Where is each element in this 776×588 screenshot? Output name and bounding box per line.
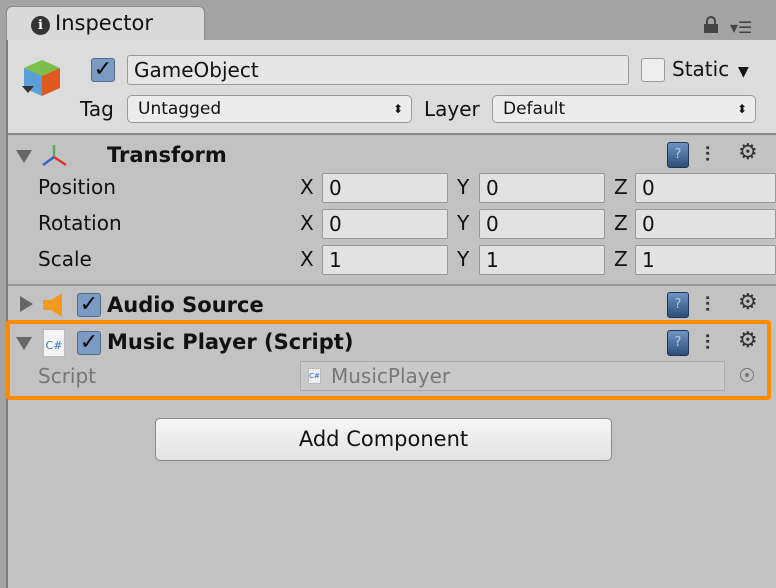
position-z-field[interactable]: 0	[635, 173, 776, 203]
z-label: Z	[614, 247, 628, 271]
gear-icon[interactable]: ⚙	[738, 140, 758, 165]
music-player-title: Music Player (Script)	[107, 330, 354, 354]
help-book-icon[interactable]: ?	[667, 292, 689, 318]
inspector-tab[interactable]: i Inspector	[6, 6, 205, 42]
rotation-y-field[interactable]: 0	[479, 209, 605, 239]
csharp-file-icon: C#	[43, 329, 65, 357]
tag-select[interactable]: Untagged ⬍	[127, 95, 412, 123]
lock-icon[interactable]	[704, 16, 718, 34]
script-label: Script	[38, 364, 97, 388]
preset-icon[interactable]: ⫶	[705, 330, 710, 354]
z-label: Z	[614, 211, 628, 235]
z-label: Z	[614, 175, 628, 199]
audio-source-enabled-checkbox[interactable]: ✓	[77, 293, 101, 317]
script-value: MusicPlayer	[331, 364, 451, 388]
position-label: Position	[38, 175, 116, 199]
speaker-icon	[42, 292, 66, 322]
scale-y-field[interactable]: 1	[479, 245, 605, 275]
layer-select[interactable]: Default ⬍	[492, 95, 756, 123]
gear-icon[interactable]: ⚙	[738, 328, 758, 353]
static-dropdown-icon[interactable]: ▼	[738, 64, 749, 80]
expand-arrow[interactable]	[20, 296, 33, 312]
preset-icon[interactable]: ⫶	[705, 292, 710, 316]
y-label: Y	[457, 247, 470, 271]
scale-label: Scale	[38, 247, 92, 271]
x-label: X	[300, 211, 314, 235]
music-player-enabled-checkbox[interactable]: ✓	[77, 331, 101, 355]
preset-icon[interactable]: ⫶	[705, 142, 710, 166]
scale-x-field[interactable]: 1	[322, 245, 448, 275]
divider	[8, 284, 776, 286]
collapse-arrow[interactable]	[16, 337, 32, 350]
menu-icon[interactable]: ▾☰	[730, 18, 752, 37]
y-label: Y	[457, 211, 470, 235]
gameobject-cube-icon	[20, 56, 62, 98]
audio-source-title: Audio Source	[107, 293, 264, 317]
csharp-file-icon: C#	[308, 368, 321, 384]
add-component-button[interactable]: Add Component	[155, 418, 612, 461]
position-y-field[interactable]: 0	[479, 173, 605, 203]
x-label: X	[300, 247, 314, 271]
position-x-field[interactable]: 0	[322, 173, 448, 203]
static-label: Static	[672, 57, 730, 81]
tab-title: Inspector	[55, 11, 153, 35]
info-icon: i	[31, 16, 50, 35]
name-field[interactable]: GameObject	[127, 55, 629, 85]
script-field: MusicPlayer C#	[300, 361, 725, 391]
help-book-icon[interactable]: ?	[667, 330, 689, 356]
collapse-arrow[interactable]	[16, 150, 32, 163]
y-label: Y	[457, 175, 470, 199]
rotation-z-field[interactable]: 0	[635, 209, 776, 239]
x-label: X	[300, 175, 314, 199]
tag-value: Untagged	[138, 99, 222, 119]
tag-label: Tag	[80, 97, 114, 121]
gear-icon[interactable]: ⚙	[738, 290, 758, 315]
updown-icon: ⬍	[736, 102, 747, 116]
scale-z-field[interactable]: 1	[635, 245, 776, 275]
help-book-icon[interactable]: ?	[667, 142, 689, 168]
active-checkbox[interactable]: ✓	[91, 58, 115, 82]
transform-title: Transform	[107, 143, 227, 167]
static-checkbox[interactable]	[641, 58, 665, 82]
layer-value: Default	[503, 99, 566, 119]
transform-icon	[40, 143, 68, 173]
object-picker-icon[interactable]	[740, 368, 754, 382]
layer-label: Layer	[424, 97, 480, 121]
rotation-x-field[interactable]: 0	[322, 209, 448, 239]
rotation-label: Rotation	[38, 211, 122, 235]
updown-icon: ⬍	[392, 102, 403, 116]
